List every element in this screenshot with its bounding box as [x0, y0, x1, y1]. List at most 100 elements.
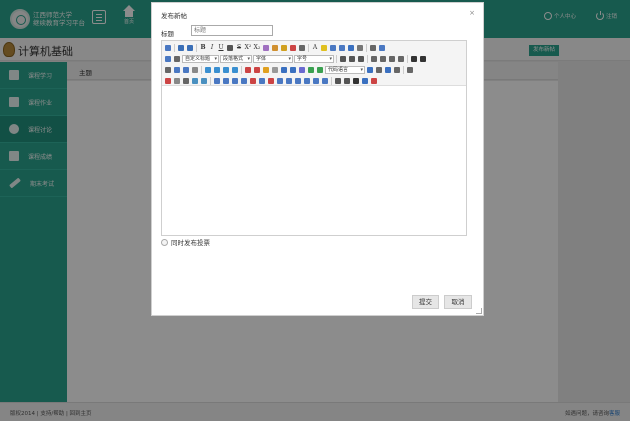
line-height-icon[interactable]	[173, 55, 181, 63]
remove-format-icon[interactable]	[262, 44, 270, 52]
insert-row-icon[interactable]	[240, 77, 248, 85]
preview-icon[interactable]	[343, 77, 351, 85]
image-left-icon[interactable]	[213, 66, 221, 74]
indent-icon[interactable]	[357, 55, 365, 63]
time-icon[interactable]	[173, 77, 181, 85]
background-color-icon[interactable]	[320, 44, 328, 52]
bold-icon[interactable]: B	[199, 44, 207, 52]
unlink-icon[interactable]	[182, 66, 190, 74]
spechars-omega-icon[interactable]	[182, 77, 190, 85]
link-icon[interactable]	[173, 66, 181, 74]
background-icon[interactable]	[375, 66, 383, 74]
merge-right-icon[interactable]	[285, 77, 293, 85]
italic-icon[interactable]: I	[208, 44, 216, 52]
merge-down-icon[interactable]	[294, 77, 302, 85]
image-right-icon[interactable]	[222, 66, 230, 74]
vote-label: 同时发布投票	[171, 239, 210, 247]
wordimage-icon[interactable]	[191, 77, 199, 85]
editor-content-area[interactable]	[162, 87, 466, 235]
insert-frame-icon[interactable]	[316, 66, 324, 74]
font-border-icon[interactable]	[226, 44, 234, 52]
title-input[interactable]	[191, 25, 273, 36]
attachment-icon[interactable]	[289, 66, 297, 74]
select-all-icon[interactable]	[347, 44, 355, 52]
undo-icon[interactable]	[177, 44, 185, 52]
horizontal-rule-icon[interactable]	[164, 66, 172, 74]
insert-table-icon[interactable]	[213, 77, 221, 85]
submit-button[interactable]: 提交	[412, 295, 439, 309]
print-icon[interactable]	[334, 77, 342, 85]
align-center-icon[interactable]	[379, 55, 387, 63]
webapp-icon[interactable]	[200, 77, 208, 85]
delete-col-icon[interactable]	[267, 77, 275, 85]
anchor-icon[interactable]	[191, 66, 199, 74]
blockquote-icon[interactable]	[289, 44, 297, 52]
page-break-icon[interactable]	[384, 66, 392, 74]
directionality-icon[interactable]	[378, 44, 386, 52]
insert-video-icon[interactable]	[280, 66, 288, 74]
strikethrough-icon[interactable]: S	[235, 44, 243, 52]
insert-col-icon[interactable]	[258, 77, 266, 85]
scrawl-icon[interactable]	[271, 66, 279, 74]
dialog-title: 发布新帖	[161, 12, 187, 20]
insert-image-icon[interactable]	[253, 66, 261, 74]
align-left-icon[interactable]	[370, 55, 378, 63]
emotion-icon[interactable]	[262, 66, 270, 74]
vote-radio[interactable]	[161, 238, 168, 246]
font-size-select[interactable]: 字号	[294, 54, 335, 63]
font-color-icon[interactable]: A	[311, 44, 319, 52]
heading-select[interactable]: 自定义标题	[182, 54, 220, 63]
rich-text-editor: B I U S X² X₂ A 自定义标题 ▾ 段落格式 ▾ 字体 ▾ 字号 ▾…	[161, 40, 467, 236]
resize-grip-icon[interactable]	[476, 308, 482, 314]
ordered-list-icon[interactable]	[329, 44, 337, 52]
paragraph-icon[interactable]	[164, 55, 172, 63]
align-justify-icon[interactable]	[397, 55, 405, 63]
font-family-select[interactable]: 字体	[253, 54, 294, 63]
toolbar-row-3: 代码语言	[164, 65, 414, 74]
map-icon[interactable]	[298, 66, 306, 74]
row-spacing-icon[interactable]	[369, 44, 377, 52]
cancel-button[interactable]: 取消	[444, 295, 472, 309]
superscript-icon[interactable]: X²	[244, 44, 252, 52]
spechars-icon[interactable]	[393, 66, 401, 74]
template-icon[interactable]	[366, 66, 374, 74]
clear-doc-icon[interactable]	[356, 44, 364, 52]
publish-vote-option[interactable]: 同时发布投票	[161, 237, 210, 247]
format-painter-icon[interactable]	[298, 44, 306, 52]
code-language-select[interactable]: 代码语言	[325, 65, 366, 74]
title-label: 标题	[161, 30, 174, 38]
redo-icon[interactable]	[186, 44, 194, 52]
date-icon[interactable]	[164, 77, 172, 85]
insert-paragraph-before-table-icon[interactable]	[231, 77, 239, 85]
search-replace-icon[interactable]	[352, 77, 360, 85]
auto-typeset-icon[interactable]	[271, 44, 279, 52]
paste-plain-icon[interactable]	[280, 44, 288, 52]
help-icon[interactable]	[361, 77, 369, 85]
paragraph-format-select[interactable]: 段落格式	[220, 54, 253, 63]
to-lowercase-icon[interactable]	[419, 55, 427, 63]
to-uppercase-icon[interactable]	[410, 55, 418, 63]
merge-cells-icon[interactable]	[276, 77, 284, 85]
toolbar-row-2: 自定义标题 段落格式 字体 字号	[164, 54, 427, 63]
toolbar-row-1: B I U S X² X₂ A	[164, 43, 386, 52]
simple-upload-icon[interactable]	[244, 66, 252, 74]
align-right-icon[interactable]	[388, 55, 396, 63]
source-code-icon[interactable]	[164, 44, 172, 52]
new-post-dialog: 发布新帖 × 标题 B I U S X² X₂	[151, 2, 484, 316]
subscript-icon[interactable]: X₂	[253, 44, 261, 52]
underline-icon[interactable]: U	[217, 44, 225, 52]
delete-table-icon[interactable]	[222, 77, 230, 85]
gmap-icon[interactable]	[307, 66, 315, 74]
drafts-icon[interactable]	[370, 77, 378, 85]
delete-row-icon[interactable]	[249, 77, 257, 85]
snapscreen-icon[interactable]	[406, 66, 414, 74]
image-center-icon[interactable]	[231, 66, 239, 74]
split-rows-icon[interactable]	[312, 77, 320, 85]
split-cols-icon[interactable]	[321, 77, 329, 85]
ltr-icon[interactable]	[339, 55, 347, 63]
split-cells-icon[interactable]	[303, 77, 311, 85]
unordered-list-icon[interactable]	[338, 44, 346, 52]
rtl-icon[interactable]	[348, 55, 356, 63]
close-icon[interactable]: ×	[469, 9, 475, 17]
image-float-none-icon[interactable]	[204, 66, 212, 74]
